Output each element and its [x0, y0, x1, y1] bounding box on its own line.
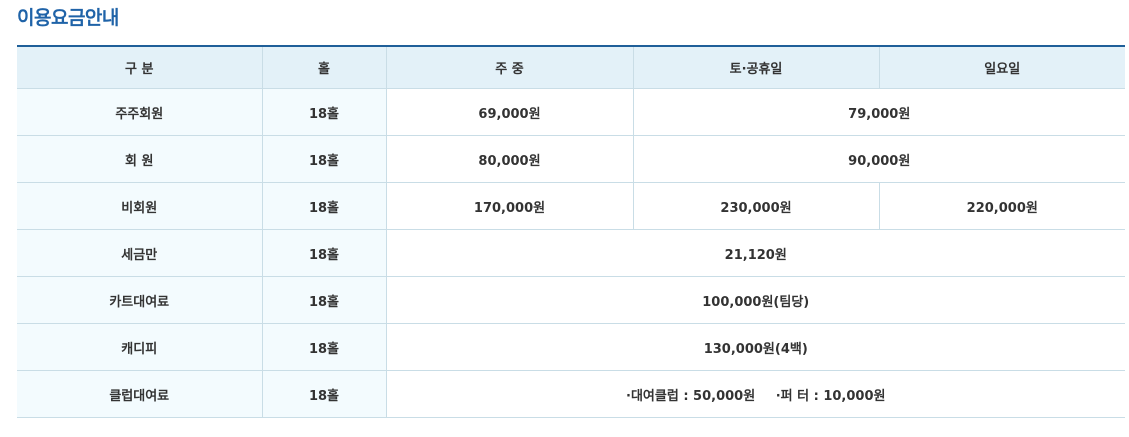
table-row: 클럽대여료 18홀 ·대여클럽 : 50,000원 ·퍼 터 : 10,000원 [17, 370, 1125, 418]
weekend-fee: 90,000원 [632, 135, 1125, 183]
table-row: 캐디피 18홀 130,000원(4백) [17, 323, 1125, 371]
row-label: 주주회원 [17, 88, 263, 136]
table-row: 비회원 18홀 170,000원 230,000원 220,000원 [17, 182, 1125, 230]
header-category: 구 분 [17, 45, 263, 89]
row-holes: 18홀 [261, 88, 387, 136]
sunday-fee: 220,000원 [878, 182, 1125, 230]
putter-rental-fee: ·퍼 터 : 10,000원 [775, 388, 886, 404]
row-label: 회 원 [17, 135, 263, 183]
fee-table: 구 분 홀 주 중 토·공휴일 일요일 주주회원 18홀 69,000원 79,… [17, 45, 1125, 418]
row-holes: 18홀 [261, 182, 387, 230]
table-row: 회 원 18홀 80,000원 90,000원 [17, 135, 1125, 183]
club-rental-fees: ·대여클럽 : 50,000원 ·퍼 터 : 10,000원 [385, 370, 1125, 418]
row-label: 비회원 [17, 182, 263, 230]
row-label: 세금만 [17, 229, 263, 277]
table-row: 카트대여료 18홀 100,000원(팀당) [17, 276, 1125, 324]
flat-fee: 21,120원 [385, 229, 1125, 277]
club-rental-fee: ·대여클럽 : 50,000원 [626, 388, 756, 404]
flat-fee: 100,000원(팀당) [385, 276, 1125, 324]
weekend-fee: 79,000원 [632, 88, 1125, 136]
row-label: 카트대여료 [17, 276, 263, 324]
header-sunday: 일요일 [878, 45, 1125, 89]
row-label: 캐디피 [17, 323, 263, 371]
header-saturday-holiday: 토·공휴일 [632, 45, 880, 89]
table-row: 세금만 18홀 21,120원 [17, 229, 1125, 277]
row-holes: 18홀 [261, 370, 387, 418]
flat-fee: 130,000원(4백) [385, 323, 1125, 371]
table-row: 주주회원 18홀 69,000원 79,000원 [17, 88, 1125, 136]
saturday-fee: 230,000원 [632, 182, 880, 230]
row-holes: 18홀 [261, 276, 387, 324]
header-weekday: 주 중 [385, 45, 634, 89]
header-holes: 홀 [261, 45, 387, 89]
weekday-fee: 170,000원 [385, 182, 634, 230]
page-title: 이용요금안내 [17, 7, 119, 29]
weekday-fee: 80,000원 [385, 135, 634, 183]
row-holes: 18홀 [261, 135, 387, 183]
row-holes: 18홀 [261, 323, 387, 371]
row-holes: 18홀 [261, 229, 387, 277]
table-header-row: 구 분 홀 주 중 토·공휴일 일요일 [17, 45, 1125, 89]
weekday-fee: 69,000원 [385, 88, 634, 136]
row-label: 클럽대여료 [17, 370, 263, 418]
